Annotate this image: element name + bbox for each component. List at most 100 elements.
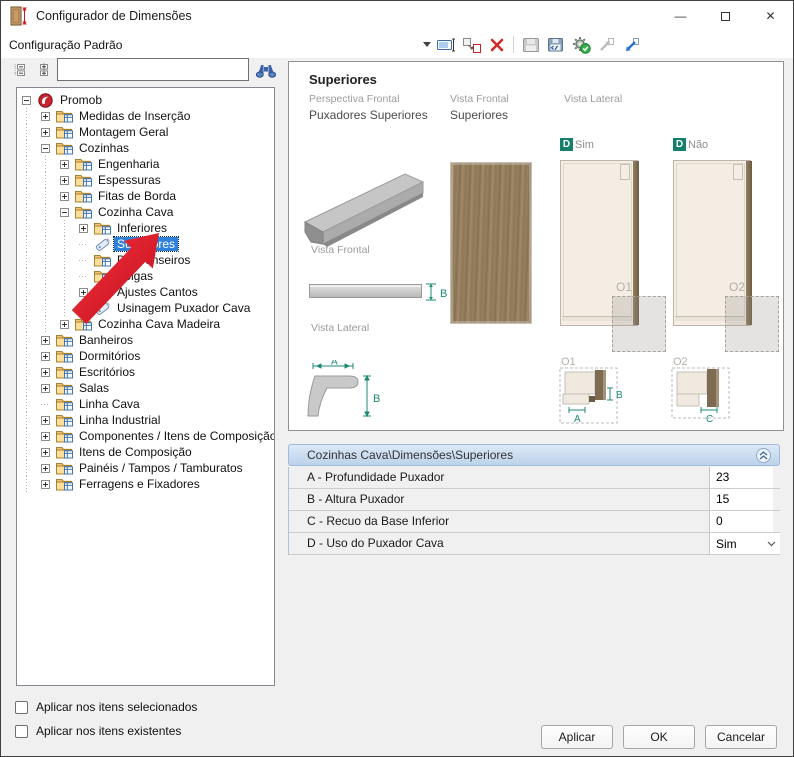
save-button[interactable] [519,34,542,56]
folder-icon [56,381,73,395]
collapse-icon[interactable] [41,144,50,153]
folder-icon [55,413,73,428]
delete-config-button[interactable] [485,34,508,56]
expand-icon[interactable] [41,464,50,473]
tree-item-folgas[interactable]: Folgas [22,268,274,284]
cabinet-sim-image: O1 [560,160,672,360]
tree-item-itens-de-composic-a-o[interactable]: Itens de Composição [22,444,274,460]
tree-item-label: Despenseiros [114,253,193,267]
d-flag-icon: D [673,138,686,151]
tree-item-promob[interactable]: Promob [22,92,274,108]
door-front-image [450,162,532,324]
vista-frontal-caption: Vista Frontal [450,93,509,105]
expand-icon[interactable] [79,288,88,297]
tree-item-espessuras[interactable]: Espessuras [22,172,274,188]
tree-item-fitas-de-borda[interactable]: Fitas de Borda [22,188,274,204]
tree-item-ajustes-cantos[interactable]: Ajustes Cantos [22,284,274,300]
expand-icon[interactable] [60,160,69,169]
tree-item-montagem-geral[interactable]: Montagem Geral [22,124,274,140]
rename-config-button[interactable] [435,34,458,56]
tree-guide [22,460,41,476]
tree-item-salas[interactable]: Salas [22,380,274,396]
tree-search-input[interactable] [57,58,249,81]
tree-item-label: Linha Industrial [76,413,163,427]
expand-icon[interactable] [41,112,50,121]
export-cad-button[interactable] [544,34,567,56]
folder-icon [56,349,73,363]
tree-item-componentes-itens-de-composic-a-o[interactable]: Componentes / Itens de Composição [22,428,274,444]
folder-icon [75,189,92,203]
duplicate-config-icon [462,37,482,53]
tree-item-usinagem-puxador-cava[interactable]: Usinagem Puxador Cava [22,300,274,316]
property-label: C - Recuo da Base Inferior [289,511,709,532]
duplicate-config-button[interactable] [460,34,483,56]
tree-item-linha-industrial[interactable]: Linha Industrial [22,412,274,428]
tree-item-inferiores[interactable]: Inferiores [22,220,274,236]
expand-icon[interactable] [60,176,69,185]
tree-item-cozinha-cava-madeira[interactable]: Cozinha Cava Madeira [22,316,274,332]
expand-icon[interactable] [41,480,50,489]
promob-icon [36,93,54,108]
b-dimension-marker: B [423,278,451,306]
svg-text:B: B [373,393,380,405]
ok-button[interactable]: OK [623,725,695,749]
configuration-combobox[interactable]: Configuração Padrão [9,34,433,55]
folder-icon [55,349,73,364]
tree-item-label: Banheiros [76,333,136,347]
expand-icon[interactable] [41,368,50,377]
minimize-button[interactable]: — [658,1,703,31]
configurador-dimensoes-dialog: Configurador de Dimensões — ✕ Configuraç… [0,0,794,757]
collapse-group-button[interactable] [756,448,771,463]
collapse-icon[interactable] [22,96,31,105]
collapse-all-button[interactable] [9,59,31,80]
cancel-button[interactable]: Cancelar [705,725,777,749]
close-button[interactable]: ✕ [748,1,793,31]
tree-item-label: Cozinha Cava Madeira [95,317,223,331]
expand-icon[interactable] [79,224,88,233]
apply-button[interactable]: Aplicar [541,725,613,749]
tree-item-cozinha-cava[interactable]: Cozinha Cava [22,204,274,220]
export-arrow-button[interactable] [619,34,642,56]
folder-icon [56,445,73,459]
tree-item-escrito-rios[interactable]: Escritórios [22,364,274,380]
collapse-icon[interactable] [60,208,69,217]
checkbox-icon[interactable] [15,725,28,738]
tree-item-medidas-de-inserc-a-o[interactable]: Medidas de Inserção [22,108,274,124]
tree-item-label: Espessuras [95,173,164,187]
property-value-input[interactable]: 0 [709,511,773,532]
property-group-header[interactable]: Cozinhas Cava\Dimensões\Superiores [288,444,780,466]
tree-item-ferragens-e-fixadores[interactable]: Ferragens e Fixadores [22,476,274,492]
tree-item-superiores[interactable]: Superiores [22,236,274,252]
tree-item-engenharia[interactable]: Engenharia [22,156,274,172]
tree-item-cozinhas[interactable]: Cozinhas [22,140,274,156]
checkbox-aplicar-nos-itens-existentes[interactable]: Aplicar nos itens existentes [15,724,181,738]
tree-item-label: Usinagem Puxador Cava [114,301,253,315]
property-value-dropdown[interactable]: Sim [709,533,780,554]
checkbox-icon[interactable] [15,701,28,714]
expand-icon[interactable] [41,448,50,457]
checkbox-aplicar-nos-itens-selecionados[interactable]: Aplicar nos itens selecionados [15,700,197,714]
combo-dropdown-icon[interactable] [423,42,431,47]
tree-item-paine-is-tampos-tamburatos[interactable]: Painéis / Tampos / Tamburatos [22,460,274,476]
tree-item-linha-cava[interactable]: Linha Cava [22,396,274,412]
tree-item-despenseiros[interactable]: Despenseiros [22,252,274,268]
import-arrow-button[interactable] [594,34,617,56]
property-value-input[interactable]: 15 [709,489,773,510]
property-value-input[interactable]: 23 [709,467,773,488]
tree-guide [22,316,41,332]
expand-icon[interactable] [41,128,50,137]
expand-icon[interactable] [41,336,50,345]
expand-all-button[interactable] [33,59,55,80]
tree-item-banheiros[interactable]: Banheiros [22,332,274,348]
apply-config-button[interactable] [569,34,592,56]
expand-icon[interactable] [41,384,50,393]
expand-icon[interactable] [41,416,50,425]
maximize-button[interactable] [703,1,748,31]
tree-item-label: Dormitórios [76,349,143,363]
expand-icon[interactable] [60,320,69,329]
search-button[interactable] [252,59,280,81]
expand-icon[interactable] [41,432,50,441]
expand-icon[interactable] [60,192,69,201]
tree-item-dormito-rios[interactable]: Dormitórios [22,348,274,364]
expand-icon[interactable] [41,352,50,361]
